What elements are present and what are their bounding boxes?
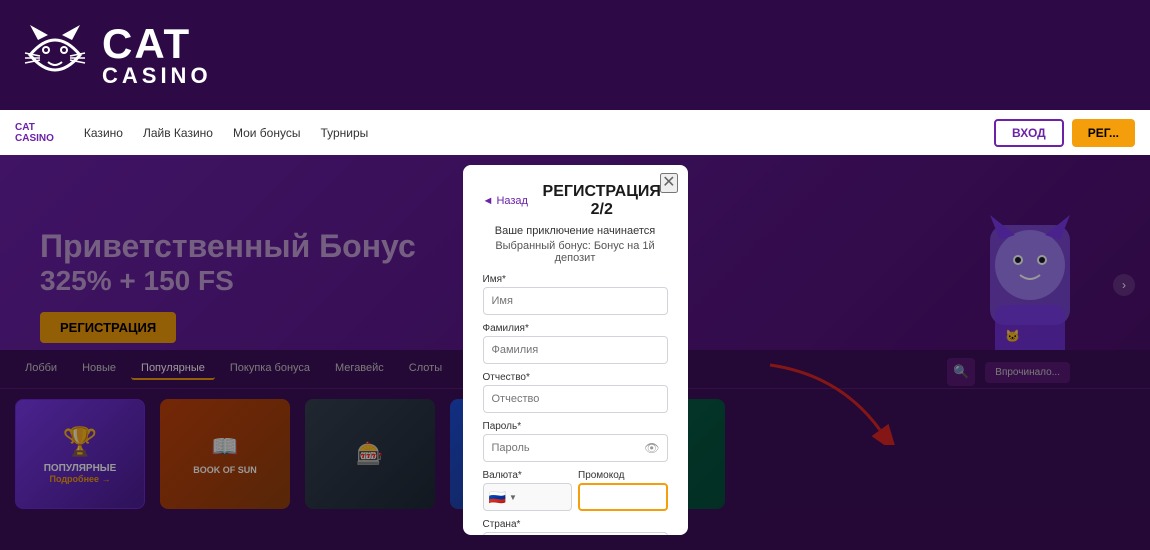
registration-modal: ✕ ◄ Назад РЕГИСТРАЦИЯ 2/2 Ваше приключен… <box>463 165 688 535</box>
patronymic-input[interactable] <box>483 385 668 413</box>
password-eye-icon[interactable]: 👁 <box>644 441 659 455</box>
modal-header: ◄ Назад РЕГИСТРАЦИЯ 2/2 <box>483 183 668 219</box>
name-input[interactable] <box>483 287 668 315</box>
modal-overlay: ✕ ◄ Назад РЕГИСТРАЦИЯ 2/2 Ваше приключен… <box>0 155 1150 550</box>
login-button[interactable]: ВХОД <box>994 119 1064 147</box>
register-nav-button[interactable]: РЕГ... <box>1072 119 1135 147</box>
chevron-down-icon: ▼ <box>509 493 517 502</box>
modal-close-button[interactable]: ✕ <box>660 173 677 193</box>
country-select[interactable]: Россия <box>483 532 668 535</box>
header: CAT CASINO <box>0 0 1150 110</box>
patronymic-group: Отчество* <box>483 372 668 413</box>
back-button[interactable]: ◄ Назад <box>483 195 528 207</box>
country-label: Страна* <box>483 519 668 530</box>
main-content: Приветственный Бонус 325% + 150 FS РЕГИС… <box>0 155 1150 550</box>
password-wrapper: 👁 <box>483 434 668 462</box>
logo-text: CAT CASINO <box>102 23 212 87</box>
nav-link-live[interactable]: Лайв Казино <box>143 126 213 140</box>
phone-group: Валюта* 🇷🇺 ▼ <box>483 470 573 511</box>
nav-link-bonuses[interactable]: Мои бонусы <box>233 126 301 140</box>
name-group: Имя* <box>483 274 668 315</box>
surname-input[interactable] <box>483 336 668 364</box>
password-group: Пароль* 👁 <box>483 421 668 462</box>
phone-label: Валюта* <box>483 470 573 481</box>
nav-links: Казино Лайв Казино Мои бонусы Турниры <box>84 126 964 140</box>
logo-area: CAT CASINO <box>20 20 212 90</box>
nav-actions: ВХОД РЕГ... <box>994 119 1135 147</box>
modal-bonus-text: Выбранный бонус: Бонус на 1й депозит <box>483 240 668 264</box>
promo-group: Промокод <box>578 470 668 511</box>
phone-flag-selector[interactable]: 🇷🇺 ▼ <box>483 483 573 511</box>
promo-input[interactable] <box>578 483 668 511</box>
surname-group: Фамилия* <box>483 323 668 364</box>
modal-title: РЕГИСТРАЦИЯ 2/2 <box>536 183 668 219</box>
surname-label: Фамилия* <box>483 323 668 334</box>
name-label: Имя* <box>483 274 668 285</box>
nav-link-casino[interactable]: Казино <box>84 126 123 140</box>
logo-cat: CAT <box>102 23 212 65</box>
password-input[interactable] <box>483 434 668 462</box>
promo-label: Промокод <box>578 470 668 481</box>
password-label: Пароль* <box>483 421 668 432</box>
nav-link-tournaments[interactable]: Турниры <box>320 126 368 140</box>
nav-logo: CAT CASINO <box>15 122 54 144</box>
modal-subtitle: Ваше приключение начинается <box>483 225 668 237</box>
logo-casino: CASINO <box>102 65 212 87</box>
patronymic-label: Отчество* <box>483 372 668 383</box>
country-group: Страна* Россия <box>483 519 668 535</box>
sub-nav: CAT CASINO Казино Лайв Казино Мои бонусы… <box>0 110 1150 155</box>
cat-logo-icon <box>20 20 90 90</box>
phone-promo-row: Валюта* 🇷🇺 ▼ Промокод <box>483 470 668 511</box>
flag-emoji: 🇷🇺 <box>489 489 506 506</box>
